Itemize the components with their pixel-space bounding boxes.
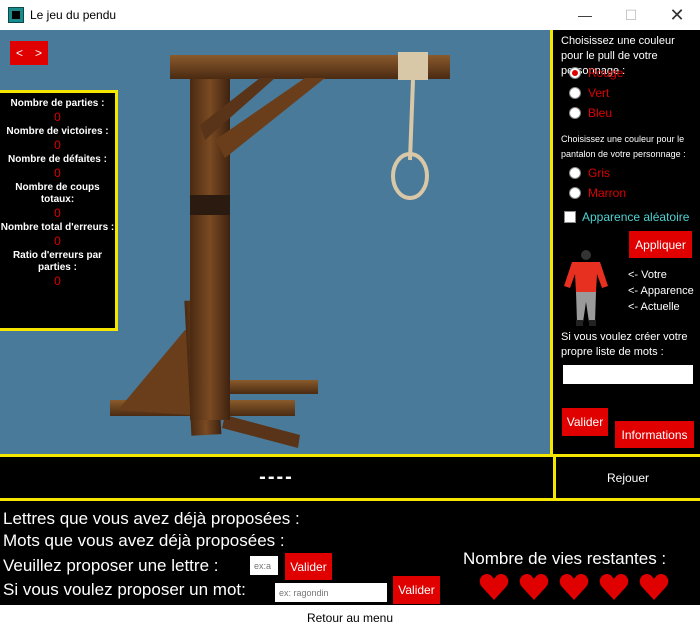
preview-caption-line: <- Votre <box>628 269 667 281</box>
maximize-icon[interactable]: ☐ <box>608 0 654 30</box>
pants-option-label: Marron <box>588 186 627 200</box>
char-shirt <box>564 262 608 292</box>
radio-icon[interactable] <box>569 187 581 199</box>
heart-icon <box>559 574 589 600</box>
heart-icon <box>639 574 669 600</box>
shirt-option-label: Rouge <box>588 66 624 80</box>
radio-icon[interactable] <box>569 87 581 99</box>
char-head <box>581 250 591 260</box>
letters-tried-label: Lettres que vous avez déjà proposées : <box>3 509 300 528</box>
letter-input[interactable] <box>250 556 278 575</box>
lives-hearts <box>479 573 669 601</box>
checkbox-icon[interactable] <box>564 211 576 223</box>
word-validate-button[interactable]: Valider <box>393 576 440 604</box>
stats-panel: Nombre de parties : 0 Nombre de victoire… <box>0 90 118 331</box>
stat-label: Ratio d'erreurs par parties : <box>12 250 103 273</box>
lives-label: Nombre de vies restantes : <box>463 549 667 568</box>
base-beam-back <box>230 380 318 394</box>
shirt-option-bleu[interactable]: Bleu <box>569 106 612 120</box>
pants-prompt: Choisissez une couleur pour le pantalon … <box>561 134 686 159</box>
random-appearance-label: Apparence aléatoire <box>582 210 690 224</box>
char-pants <box>576 292 596 322</box>
preview-caption: <- Votre <- Apparence <- Actuelle <box>628 267 700 315</box>
heart-icon <box>479 574 509 600</box>
stat-label: Nombre total d'erreurs : <box>0 222 115 233</box>
customize-panel: Choisissez une couleur pour le pull de v… <box>556 30 700 454</box>
noose-loop <box>391 152 429 200</box>
words-tried-label: Mots que vous avez déjà proposées : <box>3 531 285 550</box>
stat-value: 0 <box>54 138 61 152</box>
word-guess-input[interactable] <box>275 583 387 602</box>
radio-icon[interactable] <box>569 107 581 119</box>
stat-value: 0 <box>54 206 61 220</box>
shirt-option-rouge[interactable]: Rouge <box>569 66 623 80</box>
wordlist-prompt: Si vous voulez créer votre propre liste … <box>561 331 688 358</box>
minimize-icon[interactable]: — <box>562 0 608 30</box>
preview-caption-line: <- Apparence <box>628 285 694 297</box>
heart-icon <box>519 574 549 600</box>
apply-button[interactable]: Appliquer <box>629 231 692 258</box>
stat-label: Nombre de coups totaux: <box>15 182 100 205</box>
stat-label: Nombre de défaites : <box>8 154 107 165</box>
base-beam-diagonal <box>222 415 300 448</box>
radio-selected-icon[interactable] <box>569 67 581 79</box>
next-button[interactable]: > <box>29 41 48 65</box>
heart-icon <box>599 574 629 600</box>
gallows-scene: < > Nombre de parties : 0 Nombre de vict… <box>0 30 553 454</box>
prev-button[interactable]: < <box>10 41 29 65</box>
pants-option-marron[interactable]: Marron <box>569 186 626 200</box>
stat-value: 0 <box>54 234 61 248</box>
character-preview <box>564 250 608 326</box>
rope-line <box>408 79 415 161</box>
letter-prompt: Veuillez proposer une lettre : <box>3 556 219 575</box>
brace-upper <box>215 78 325 158</box>
wordlist-validate-button[interactable]: Valider <box>562 408 608 436</box>
app-icon <box>8 7 24 23</box>
title-bar: Le jeu du pendu — ☐ ✕ <box>0 0 700 30</box>
shirt-option-label: Vert <box>588 86 610 100</box>
stat-label: Nombre de victoires : <box>6 126 109 137</box>
preview-caption-line: <- Actuelle <box>628 301 680 313</box>
wordlist-input[interactable] <box>563 365 693 384</box>
shirt-option-vert[interactable]: Vert <box>569 86 609 100</box>
close-icon[interactable]: ✕ <box>654 0 700 30</box>
guess-panel: Lettres que vous avez déjà proposées : M… <box>0 501 700 605</box>
pants-option-label: Gris <box>588 166 610 180</box>
stat-label: Nombre de parties : <box>10 98 105 109</box>
radio-icon[interactable] <box>569 167 581 179</box>
pants-option-gris[interactable]: Gris <box>569 166 610 180</box>
char-shoe-right <box>589 320 596 326</box>
game-window: Le jeu du pendu — ☐ ✕ < > Nombre de part… <box>0 0 700 630</box>
post-bands <box>190 195 230 215</box>
stat-value: 0 <box>54 110 61 124</box>
letter-validate-button[interactable]: Valider <box>285 553 332 580</box>
back-to-menu-button[interactable]: Retour au menu <box>0 605 700 630</box>
random-appearance-toggle[interactable]: Apparence aléatoire <box>564 210 689 224</box>
stat-value: 0 <box>54 274 61 288</box>
window-title: Le jeu du pendu <box>30 8 117 22</box>
char-shoe-left <box>576 320 583 326</box>
replay-button[interactable]: Rejouer <box>556 454 700 501</box>
word-prompt: Si vous voulez proposer un mot: <box>3 580 246 599</box>
word-display: ---- <box>0 454 556 501</box>
stat-value: 0 <box>54 166 61 180</box>
shirt-option-label: Bleu <box>588 106 613 120</box>
information-button[interactable]: Informations <box>615 421 694 448</box>
rope-knot <box>398 52 428 80</box>
